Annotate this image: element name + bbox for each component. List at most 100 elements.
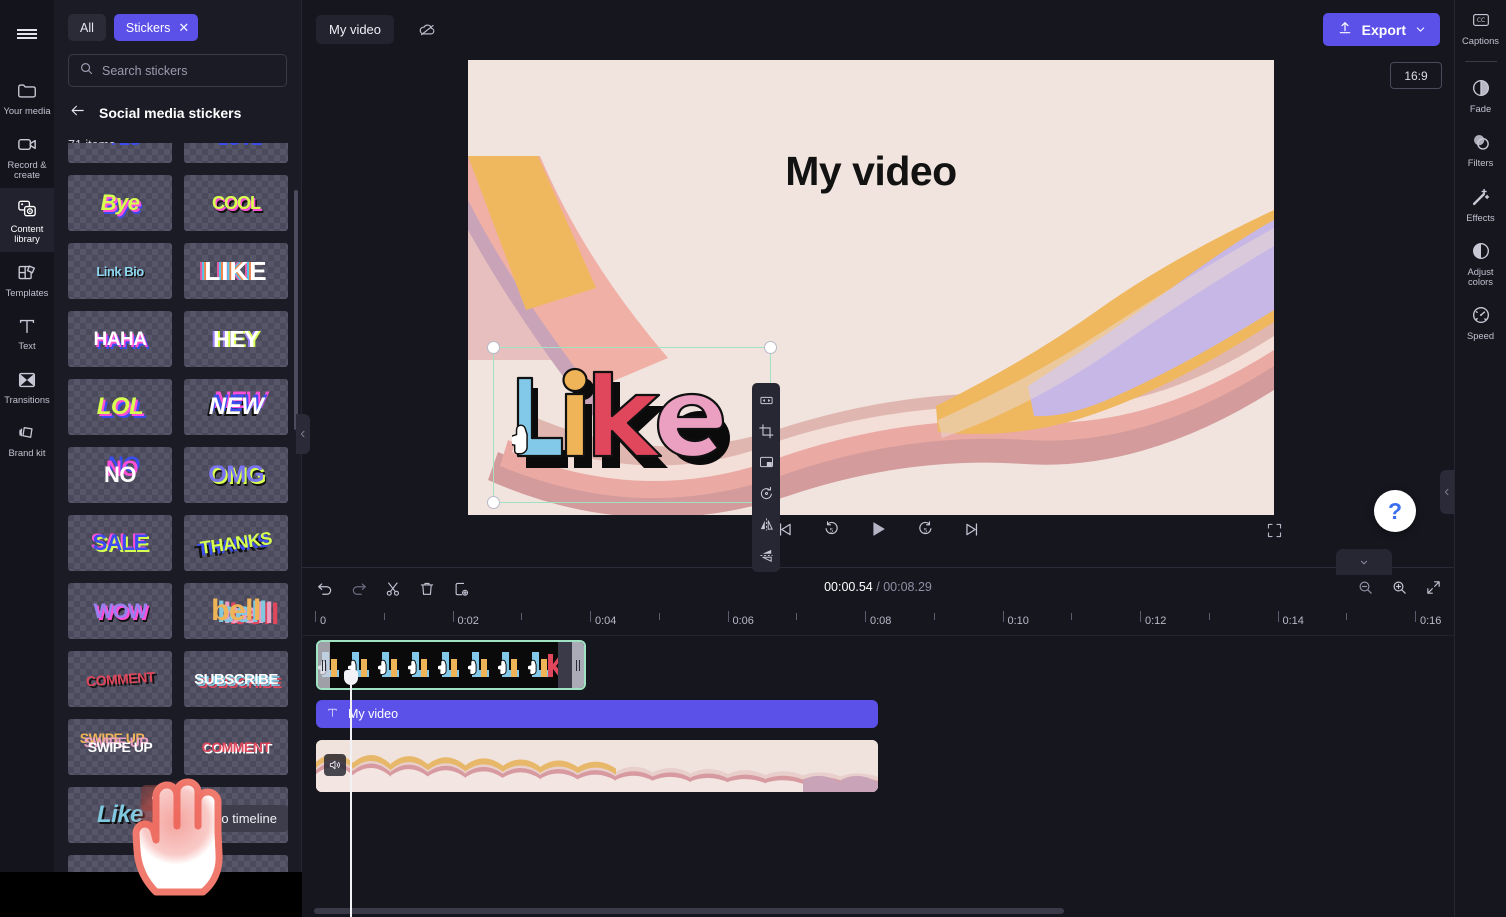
sticker-tile[interactable]: SALE: [68, 515, 172, 571]
cloud-off-icon[interactable]: [412, 15, 442, 44]
filter-chip-stickers[interactable]: Stickers ✕: [113, 14, 199, 41]
forward-5-icon[interactable]: 5: [912, 516, 938, 542]
brand-kit-icon: [15, 421, 39, 445]
video-frame-thumbnail: [353, 740, 391, 792]
close-icon[interactable]: ✕: [178, 21, 189, 34]
project-name-field[interactable]: My video: [316, 15, 395, 44]
panel-scrollbar[interactable]: [294, 190, 298, 430]
tool-fade[interactable]: Fade: [1455, 66, 1506, 121]
ruler-tick-label: 0:02: [457, 615, 479, 627]
timeline-ruler[interactable]: 0 0:02 0:04 0:06 0:08 0:10 0:12 0:14 0:16: [302, 608, 1454, 636]
fit-timeline-icon[interactable]: [1422, 576, 1444, 598]
zoom-in-icon[interactable]: [1388, 576, 1410, 598]
search-stickers-box[interactable]: [68, 54, 287, 87]
resize-handle-bottom-left[interactable]: [487, 496, 500, 509]
sticker-tile[interactable]: NEW: [184, 379, 288, 435]
sticker-tile[interactable]: SUBSCRIBE: [184, 651, 288, 707]
sticker-tile[interactable]: COMMENT: [184, 719, 288, 775]
flip-horizontal-icon[interactable]: [755, 513, 777, 535]
play-icon[interactable]: [865, 516, 891, 542]
trim-handle-right[interactable]: [572, 642, 584, 688]
tool-captions[interactable]: CC Captions: [1455, 0, 1506, 53]
sticker-tile[interactable]: bell: [184, 583, 288, 639]
sticker-selection-box[interactable]: [487, 341, 777, 509]
sticker-tile-label: LOL: [96, 393, 144, 420]
filter-chips: All Stickers ✕: [54, 0, 301, 41]
breadcrumb[interactable]: Social media stickers: [54, 87, 301, 124]
tool-label: Adjust colors: [1467, 266, 1494, 287]
upload-icon: [1337, 20, 1353, 39]
more-options-icon[interactable]: [141, 785, 179, 811]
tool-effects[interactable]: Effects: [1455, 175, 1506, 230]
sidebar-item-text[interactable]: Text: [0, 305, 54, 359]
help-button[interactable]: ?: [1374, 490, 1416, 532]
sticker-tile[interactable]: HEY: [184, 311, 288, 367]
sidebar-item-brand-kit[interactable]: Brand kit: [0, 412, 54, 466]
export-button[interactable]: Export: [1322, 13, 1440, 46]
total-time: 00:08.29: [883, 580, 932, 594]
tray-collapse-button[interactable]: [1336, 549, 1392, 575]
sticker-tile[interactable]: Link Bio: [68, 243, 172, 299]
divider: [1464, 60, 1497, 62]
rotate-icon[interactable]: [755, 482, 777, 504]
video-canvas[interactable]: My video: [468, 60, 1274, 515]
sticker-tile-label: THANKS: [198, 528, 274, 558]
timeline-clip-text[interactable]: My video: [316, 700, 878, 728]
tool-label: Captions: [1461, 35, 1499, 46]
skip-to-end-icon[interactable]: [959, 516, 985, 542]
clip-thumbnail: [408, 642, 438, 688]
sticker-tile-label: WOW: [93, 599, 148, 623]
sidebar-item-templates[interactable]: Templates: [0, 252, 54, 306]
crop-icon[interactable]: [755, 420, 777, 442]
resize-handle-top-right[interactable]: [764, 341, 777, 354]
sticker-tile[interactable]: COOL: [184, 175, 288, 231]
sidebar-item-record-create[interactable]: Record & create: [0, 124, 54, 188]
rewind-5-icon[interactable]: 5: [818, 516, 844, 542]
sticker-tile[interactable]: COMMENT: [68, 651, 172, 707]
transitions-icon: [15, 368, 39, 392]
stage-collapse-button[interactable]: [1440, 470, 1454, 514]
arrow-left-icon[interactable]: [68, 102, 87, 124]
flip-vertical-icon[interactable]: [755, 544, 777, 566]
playhead[interactable]: [344, 670, 358, 917]
hamburger-menu-icon[interactable]: [9, 16, 45, 52]
trim-handle-left[interactable]: [318, 642, 330, 688]
sticker-tile[interactable]: NO: [68, 447, 172, 503]
speaker-mute-icon[interactable]: [324, 754, 346, 776]
filters-icon: [1469, 130, 1493, 154]
sticker-tile[interactable]: OMG: [184, 447, 288, 503]
fullscreen-icon[interactable]: [1262, 518, 1286, 542]
timeline-clip-label: My video: [348, 707, 399, 721]
sticker-tile[interactable]: SWIPE UP: [68, 719, 172, 775]
playhead-knob[interactable]: [344, 670, 358, 685]
sidebar-item-transitions[interactable]: Transitions: [0, 359, 54, 413]
sticker-tile[interactable]: HAHA: [68, 311, 172, 367]
tool-filters[interactable]: Filters: [1455, 120, 1506, 175]
sticker-tile[interactable]: Bye: [68, 175, 172, 231]
zoom-out-icon[interactable]: [1354, 576, 1376, 598]
timecode: 00:00.54 / 00:08.29: [302, 580, 1454, 594]
chevron-down-icon[interactable]: [1415, 22, 1426, 38]
fit-width-icon[interactable]: [755, 389, 777, 411]
picture-in-picture-icon[interactable]: [755, 451, 777, 473]
sticker-tile[interactable]: THANKS: [184, 515, 288, 571]
sticker-tile[interactable]: WOW: [68, 583, 172, 639]
sticker-tile[interactable]: LIKE: [184, 243, 288, 299]
panel-collapse-button[interactable]: [296, 414, 310, 454]
search-input[interactable]: [102, 63, 276, 78]
sticker-tile[interactable]: LOL: [68, 379, 172, 435]
aspect-ratio-badge[interactable]: 16:9: [1390, 62, 1442, 89]
filter-chip-all[interactable]: All: [68, 14, 106, 41]
sidebar-item-your-media[interactable]: Your media: [0, 70, 54, 124]
sidebar-item-content-library[interactable]: Content library: [0, 187, 54, 252]
sticker-tile[interactable]: LOVE: [184, 143, 288, 163]
sticker-tile[interactable]: YES: [68, 143, 172, 163]
tool-speed[interactable]: Speed: [1455, 293, 1506, 348]
timeline-horizontal-scrollbar[interactable]: [314, 908, 1064, 914]
timeline-clip-video[interactable]: [316, 740, 878, 792]
timeline-clip-sticker[interactable]: [316, 640, 586, 690]
resize-handle-top-left[interactable]: [487, 341, 500, 354]
tool-adjust-colors[interactable]: Adjust colors: [1455, 229, 1506, 293]
video-frame-thumbnail: [390, 740, 429, 792]
canvas-title-text[interactable]: My video: [468, 148, 1274, 195]
